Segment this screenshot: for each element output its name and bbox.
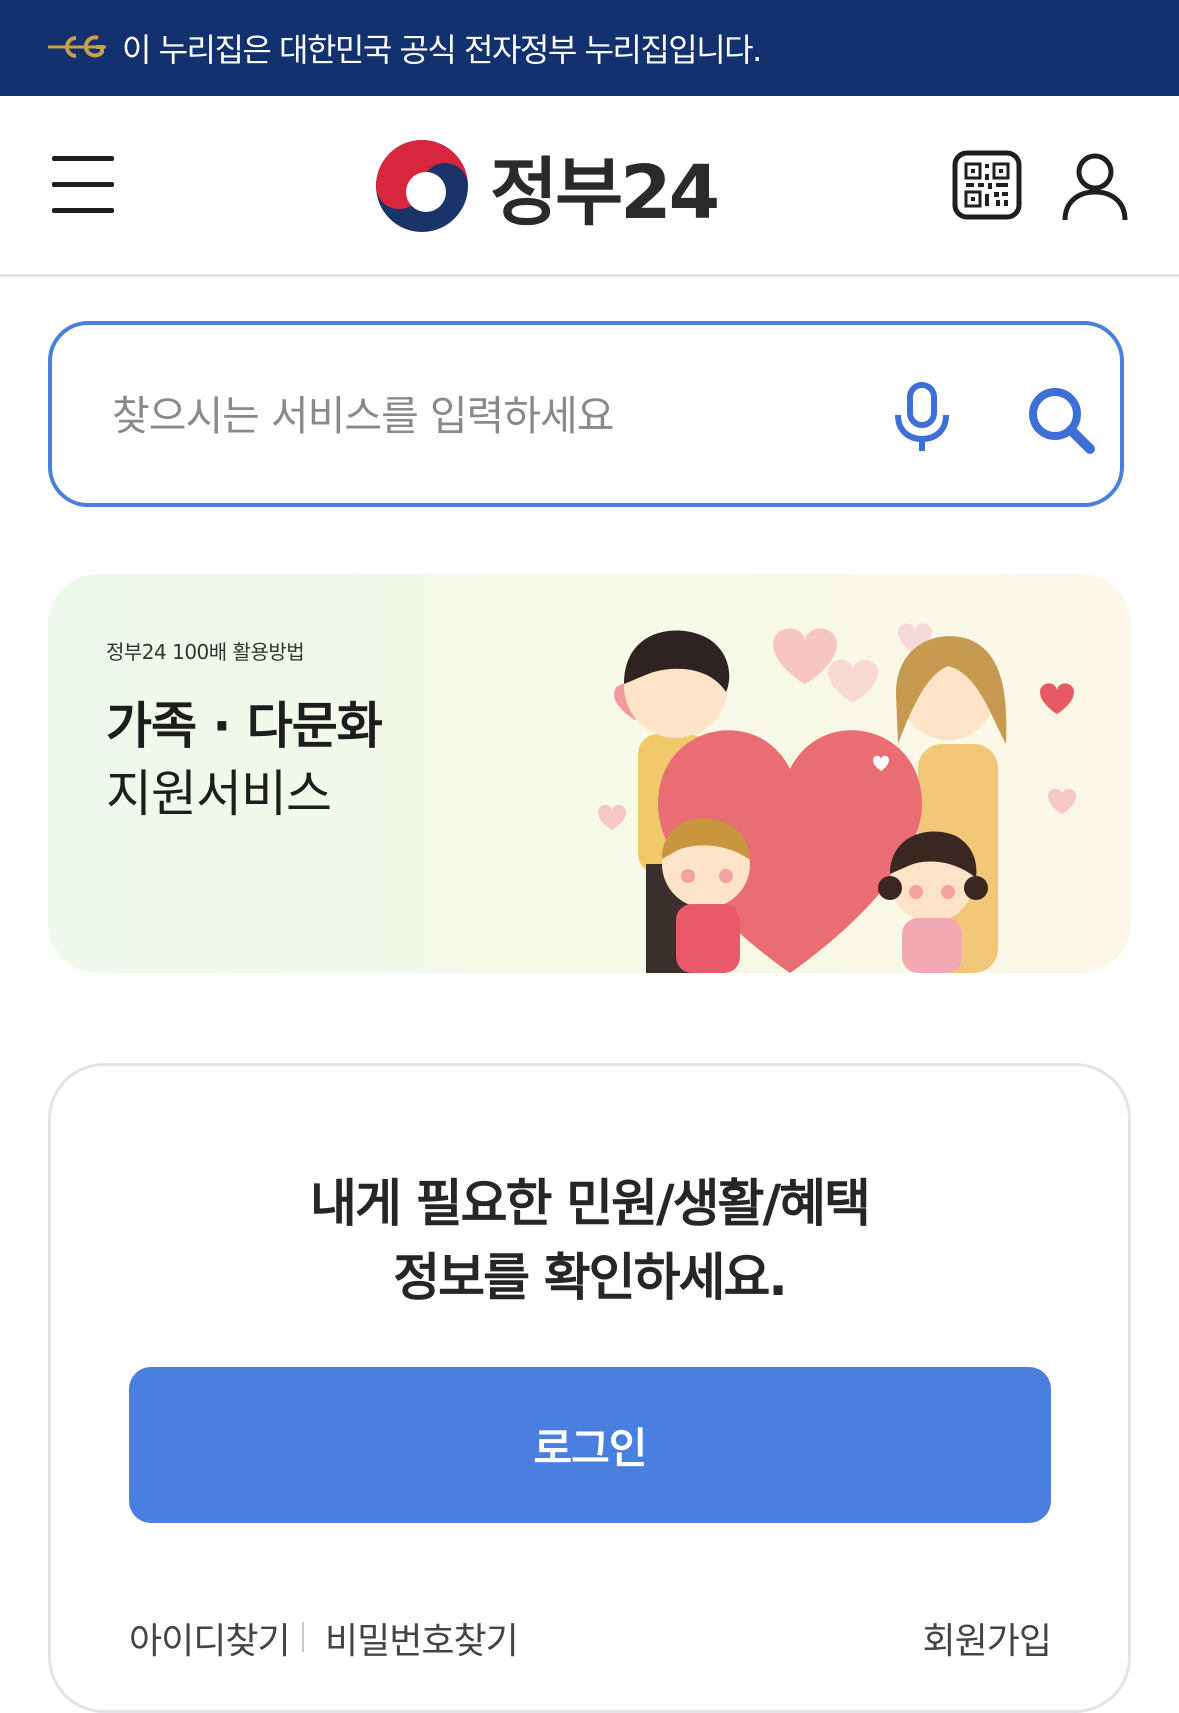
- gov24-logo[interactable]: 정부24: [374, 138, 720, 236]
- promo-banner[interactable]: 정부24 100배 활용방법 가족 · 다문화 지원서비스: [48, 574, 1131, 973]
- site-header: 정부24: [0, 96, 1179, 277]
- signup-link[interactable]: 회원가입: [923, 1612, 1052, 1664]
- search-box: [48, 321, 1124, 507]
- user-icon[interactable]: [1060, 150, 1130, 222]
- qr-code-icon[interactable]: [952, 150, 1022, 220]
- account-links: 아이디찾기 비밀번호찾기 회원가입: [129, 1612, 1052, 1672]
- login-button[interactable]: 로그인: [129, 1367, 1051, 1523]
- hamburger-menu-icon[interactable]: [52, 156, 114, 214]
- gov-notice-banner: 이 누리집은 대한민국 공식 전자정부 누리집입니다.: [0, 0, 1179, 96]
- microphone-icon[interactable]: [890, 381, 954, 455]
- link-divider: [302, 1622, 304, 1652]
- banner-tag: 정부24 100배 활용방법: [106, 640, 305, 664]
- banner-title: 가족 · 다문화: [106, 697, 383, 755]
- find-id-link[interactable]: 아이디찾기: [129, 1612, 291, 1664]
- login-headline-line1: 내게 필요한 민원/생활/혜택: [310, 1175, 871, 1234]
- gov-notice-text: 이 누리집은 대한민국 공식 전자정부 누리집입니다.: [122, 31, 762, 69]
- egov-logo-icon: [48, 35, 106, 58]
- login-headline-line2: 정보를 확인하세요.: [393, 1249, 788, 1308]
- find-password-link[interactable]: 비밀번호찾기: [325, 1612, 519, 1664]
- search-input[interactable]: [112, 383, 832, 449]
- banner-subtitle: 지원서비스: [106, 765, 332, 823]
- family-illustration: [598, 623, 1076, 973]
- logo-text: 정부24: [490, 149, 720, 236]
- taegeuk-logo-icon: [376, 140, 468, 232]
- search-icon[interactable]: [1024, 383, 1098, 457]
- login-card: 내게 필요한 민원/생활/혜택 정보를 확인하세요. 로그인 아이디찾기 비밀번…: [48, 1063, 1131, 1713]
